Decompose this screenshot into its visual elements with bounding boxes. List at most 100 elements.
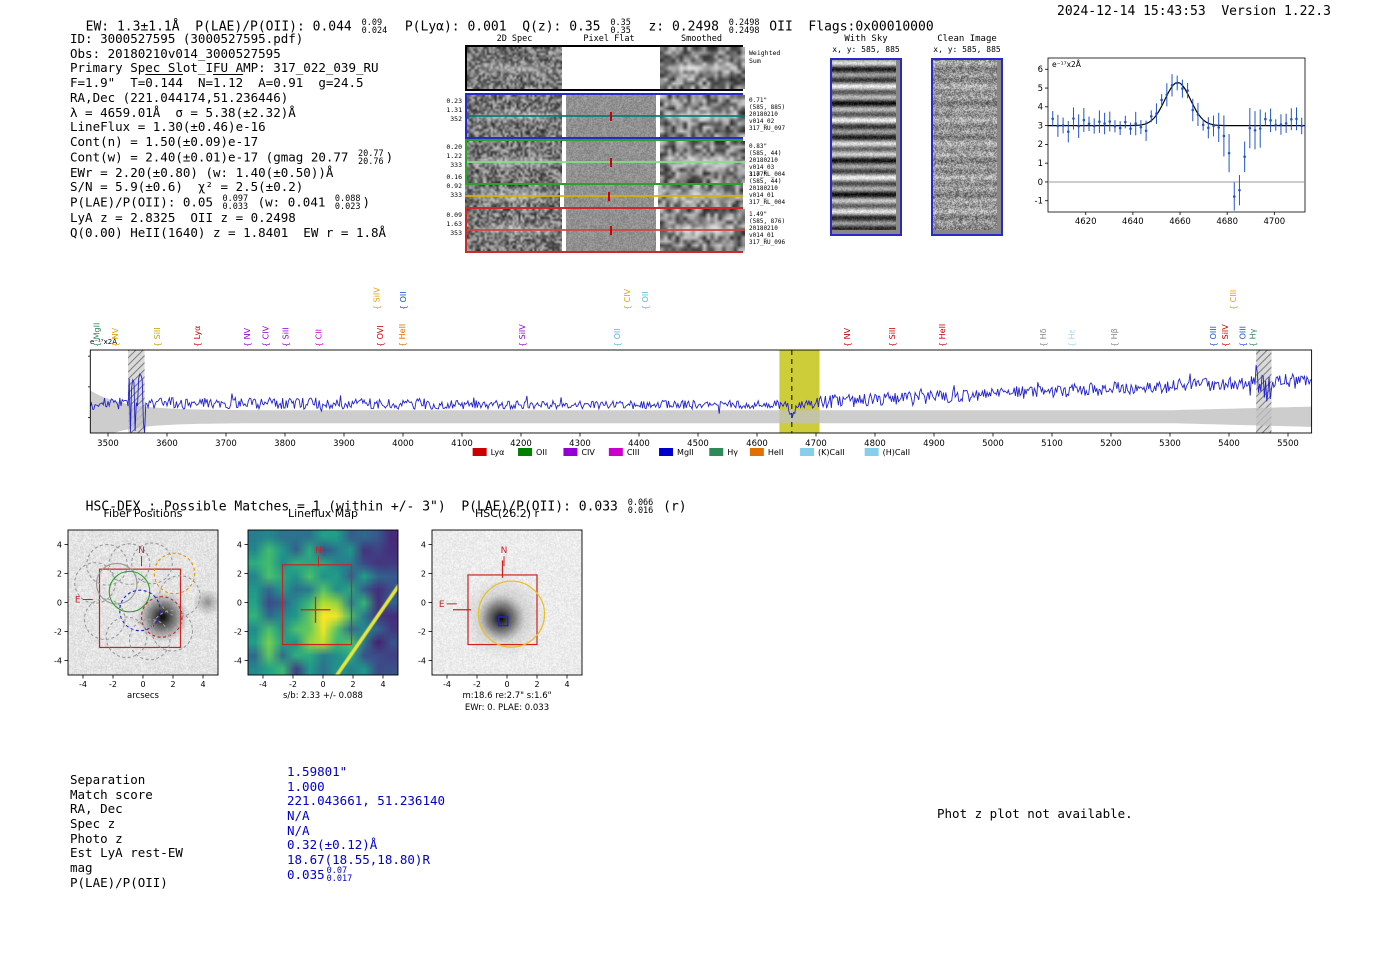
- emission-line-label: { SiII: [282, 327, 291, 347]
- match-row-label: Match score: [70, 786, 153, 802]
- trace-line: [467, 115, 745, 117]
- spec2d-row-annotation: 0.71" (585, 885) 20180210 v014_02 317_RU_097: [749, 97, 786, 132]
- info-line: F=1.9" T=0.144 N=1.12 A=0.91 g=24.5: [70, 75, 364, 91]
- match-row-label: Separation: [70, 772, 146, 787]
- legend-item: MgII: [659, 448, 694, 457]
- legend-item: Lyα: [472, 448, 505, 457]
- with-sky-title: With Sky: [844, 34, 888, 44]
- fiber-circle: [153, 552, 196, 595]
- spec2d-row-weights: 0.09 1.63 353: [446, 211, 462, 237]
- compass-east-label: E: [439, 600, 445, 610]
- emission-line-label: { HeII: [938, 324, 947, 347]
- line-center-marker: [610, 158, 612, 167]
- svg-text:3: 3: [1038, 121, 1043, 131]
- match-table-row: Spec z N/A: [70, 808, 490, 832]
- svg-text:3800: 3800: [274, 439, 296, 449]
- info-line: λ = 4659.01Å σ = 5.38(±2.32)Å: [70, 104, 296, 120]
- match-row-label: Spec z: [70, 816, 116, 832]
- svg-text:0: 0: [320, 680, 325, 689]
- spec2d-row-annotation: 1.49" (585, 876) 20180210 v014_01 317_RU_096: [749, 211, 786, 246]
- spec2d-row: [465, 207, 745, 253]
- spec2d-row-annotation: 1.07" (585, 44) 20180210 v014_01 317_RL_004: [749, 171, 786, 206]
- match-table-row: Separation 1.59801": [70, 764, 490, 787]
- svg-text:5400: 5400: [1218, 439, 1240, 449]
- emission-line-label: { OVI: [376, 325, 385, 347]
- svg-text:Lyα: Lyα: [491, 448, 505, 457]
- svg-text:CIV: CIV: [581, 448, 595, 457]
- clean-image-xy: x, y: 585, 885: [933, 45, 1001, 54]
- emission-line-label: { SiIV: [372, 287, 381, 310]
- fiber-circle: [128, 618, 171, 661]
- emission-line-label: { SiII: [153, 327, 162, 347]
- info-line: S/N = 5.9(±0.6) χ² = 2.5(±0.2): [70, 179, 304, 195]
- svg-text:1: 1: [1038, 159, 1043, 169]
- legend-item: HeII: [749, 448, 784, 457]
- match-row-value: 221.043661, 51.236140: [287, 793, 446, 809]
- svg-text:2: 2: [170, 680, 175, 689]
- svg-text:5500: 5500: [1277, 439, 1299, 449]
- info-line: P(LAE)/P(OII): 0.05 0.097 0.033 (w: 0.041…: [70, 194, 371, 213]
- fiber-circle: [151, 609, 194, 652]
- timestamp-version: 2024-12-14 15:43:53 Version 1.22.3: [1057, 4, 1331, 19]
- svg-text:-2: -2: [234, 628, 242, 637]
- hsc-r-xlabel: m:18.6 re:2.7" s:1.6": [462, 691, 552, 701]
- catalog-match-table: Separation 1.59801" Match score 1.000 RA, De…: [70, 764, 490, 890]
- svg-text:e⁻¹⁷x2Å: e⁻¹⁷x2Å: [1052, 60, 1082, 69]
- col-header-smoothed: Smoothed: [681, 34, 722, 44]
- emission-line-label: { Hγ: [1249, 328, 1258, 347]
- match-row-value: 18.67(18.55,18.80)R: [287, 852, 430, 868]
- legend-item: Hγ: [709, 448, 738, 457]
- svg-text:5300: 5300: [1159, 439, 1181, 449]
- svg-text:2: 2: [421, 570, 426, 579]
- emission-line-label: { CII: [315, 329, 324, 347]
- emission-line-label: { SiII: [888, 327, 897, 347]
- sky-subtracted-frame: [832, 60, 896, 230]
- svg-text:-2: -2: [289, 680, 297, 689]
- with-sky-xy: x, y: 585, 885: [832, 45, 900, 54]
- header-flags: OII Flags:0x00010000: [761, 19, 934, 35]
- line-center-marker: [610, 226, 612, 235]
- info-line: Primary Spec_Slot_IFU_AMP: 317_022_039_R…: [70, 60, 379, 76]
- svg-text:4600: 4600: [746, 439, 768, 449]
- match-table-row: mag 18.67(18.55,18.80)R: [70, 852, 490, 875]
- photz-unavailable-note: Phot z plot not available.: [937, 806, 1133, 821]
- svg-text:4: 4: [1038, 103, 1043, 113]
- emission-line-label: { OII: [641, 291, 650, 310]
- svg-text:0: 0: [1038, 178, 1043, 188]
- emission-line-label: { CIII: [1229, 290, 1238, 310]
- legend-item: OII: [518, 448, 547, 457]
- svg-text:CIII: CIII: [627, 448, 640, 457]
- svg-text:0: 0: [504, 680, 509, 689]
- spec2d-cutout-rows: [465, 45, 747, 257]
- smoothed-panel: [660, 47, 745, 89]
- emission-line-label: { OII: [399, 291, 408, 310]
- header-plya-qz: P(Lyα): 0.001 Q(z): 0.35: [389, 19, 609, 35]
- svg-text:4620: 4620: [1075, 217, 1097, 227]
- match-row-label: Photo z: [70, 830, 123, 846]
- emission-line-label: { OIII: [1209, 326, 1218, 347]
- spec2d-row: [465, 93, 745, 139]
- emission-line-label: { MgII: [93, 323, 102, 347]
- match-row-value: N/A: [287, 822, 310, 838]
- z-uncertainty: 0.2498 0.2498: [728, 18, 760, 36]
- info-line: Q(0.00) HeII(1640) z = 1.8401 EW r = 1.8…: [70, 224, 387, 240]
- svg-text:0: 0: [421, 599, 426, 608]
- svg-text:(H)CaII: (H)CaII: [883, 448, 910, 457]
- legend-item: (K)CaII: [800, 448, 845, 457]
- svg-text:0: 0: [57, 599, 62, 608]
- spec2d-panel: [467, 47, 562, 89]
- svg-text:0: 0: [237, 599, 242, 608]
- svg-text:4000: 4000: [392, 439, 414, 449]
- svg-text:-4: -4: [443, 680, 451, 689]
- svg-text:4: 4: [200, 680, 205, 689]
- info-line: Cont(n) = 1.50(±0.09)e-17: [70, 133, 259, 149]
- svg-text:3700: 3700: [215, 439, 237, 449]
- emission-line-label: { SiIV: [1221, 324, 1230, 347]
- match-row-label: P(LAE)/P(OII): [70, 874, 168, 890]
- svg-text:4660: 4660: [1169, 217, 1191, 227]
- trace-line: [467, 161, 745, 163]
- emission-line-label: { OII: [613, 328, 622, 347]
- spec2d-row: [465, 45, 745, 91]
- svg-text:2: 2: [57, 570, 62, 579]
- svg-text:2: 2: [237, 570, 242, 579]
